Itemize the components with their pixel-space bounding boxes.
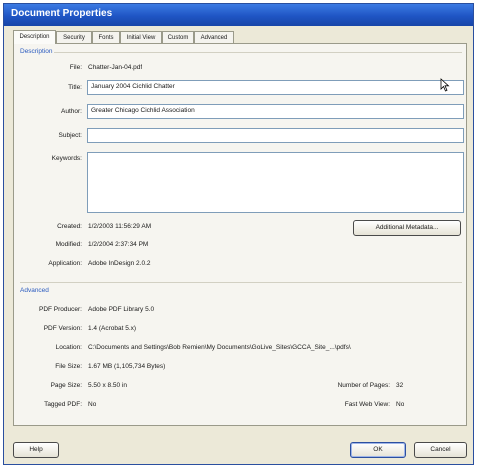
author-label: Author: bbox=[61, 108, 82, 115]
fast-web-view-value: No bbox=[396, 401, 405, 408]
tagged-pdf-label: Tagged PDF: bbox=[44, 401, 82, 408]
modified-label: Modified: bbox=[55, 241, 82, 248]
location-value: C:\Documents and Settings\Bob Remien\My … bbox=[88, 344, 351, 351]
title-field[interactable]: January 2004 Cichlid Chatter bbox=[87, 80, 464, 95]
number-of-pages-value: 32 bbox=[396, 382, 404, 389]
tab-panel: Description File: Chatter-Jan-04.pdf Tit… bbox=[13, 43, 467, 426]
title-label: Title: bbox=[68, 84, 82, 91]
tab-security[interactable]: Security bbox=[56, 31, 92, 43]
window-title: Document Properties bbox=[11, 8, 113, 19]
section-divider bbox=[20, 282, 462, 283]
subject-field[interactable] bbox=[87, 128, 464, 143]
created-value: 1/2/2003 11:56:29 AM bbox=[88, 223, 152, 230]
tagged-pdf-value: No bbox=[88, 401, 97, 408]
page-size-label: Page Size: bbox=[50, 382, 82, 389]
tab-fonts[interactable]: Fonts bbox=[92, 31, 120, 43]
pdf-producer-value: Adobe PDF Library 5.0 bbox=[88, 306, 155, 313]
number-of-pages-label: Number of Pages: bbox=[337, 382, 390, 389]
file-label: File: bbox=[69, 64, 82, 71]
tab-advanced[interactable]: Advanced bbox=[194, 31, 234, 43]
advanced-section-title: Advanced bbox=[20, 287, 49, 294]
keywords-field[interactable] bbox=[87, 152, 464, 213]
author-field[interactable]: Greater Chicago Cichlid Association bbox=[87, 104, 464, 119]
pdf-version-value: 1.4 (Acrobat 5.x) bbox=[88, 325, 137, 332]
modified-value: 1/2/2004 2:37:34 PM bbox=[88, 241, 149, 248]
description-section-title: Description bbox=[20, 48, 53, 55]
file-size-label: File Size: bbox=[55, 363, 82, 370]
file-value: Chatter-Jan-04.pdf bbox=[88, 64, 143, 71]
cancel-button[interactable]: Cancel bbox=[414, 442, 467, 458]
tab-initial-view[interactable]: Initial View bbox=[120, 31, 162, 43]
help-button[interactable]: Help bbox=[13, 442, 59, 458]
location-label: Location: bbox=[55, 344, 82, 351]
mouse-pointer-icon bbox=[440, 78, 450, 92]
keywords-label: Keywords: bbox=[51, 155, 82, 162]
fast-web-view-label: Fast Web View: bbox=[344, 401, 390, 408]
file-size-value: 1.67 MB (1,105,734 Bytes) bbox=[88, 363, 166, 370]
tab-description[interactable]: Description bbox=[13, 30, 56, 44]
title-bar[interactable]: Document Properties bbox=[4, 4, 473, 26]
pdf-version-label: PDF Version: bbox=[43, 325, 82, 332]
document-properties-dialog: Document Properties Description Security… bbox=[3, 3, 474, 465]
ok-button[interactable]: OK bbox=[350, 442, 406, 458]
application-value: Adobe InDesign 2.0.2 bbox=[88, 260, 151, 267]
page-size-value: 5.50 x 8.50 in bbox=[88, 382, 128, 389]
subject-label: Subject: bbox=[58, 132, 83, 139]
application-label: Application: bbox=[48, 260, 82, 267]
additional-metadata-button[interactable]: Additional Metadata... bbox=[353, 220, 461, 236]
tab-custom[interactable]: Custom bbox=[162, 31, 194, 43]
created-label: Created: bbox=[57, 223, 82, 230]
section-divider bbox=[54, 52, 462, 53]
pdf-producer-label: PDF Producer: bbox=[39, 306, 82, 313]
